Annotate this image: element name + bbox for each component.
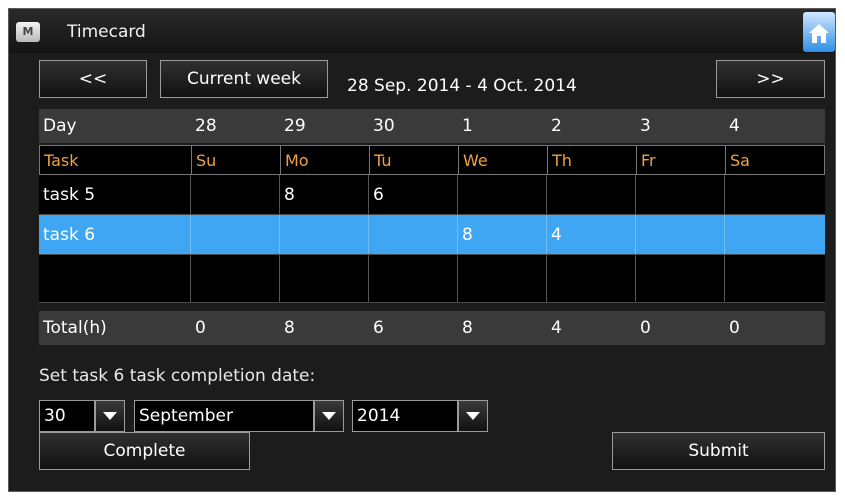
total-cell: 4 — [551, 318, 562, 338]
date-cell: 28 — [195, 116, 217, 136]
task-name-cell[interactable] — [39, 255, 191, 302]
app-menu-icon[interactable]: M — [16, 22, 40, 42]
hours-cell[interactable] — [725, 175, 825, 214]
total-label: Total(h) — [43, 318, 107, 338]
day-select[interactable]: 30 — [39, 400, 95, 432]
timecard-window: M Timecard << Current week 28 Sep. 2014 … — [8, 8, 836, 492]
weekday-header[interactable]: Fr — [637, 146, 726, 174]
table-row[interactable] — [39, 255, 825, 303]
previous-week-button[interactable]: << — [39, 60, 147, 98]
table-row[interactable]: task 5 8 6 — [39, 175, 825, 215]
weekday-header[interactable]: Sa — [726, 146, 826, 174]
title-bar: M Timecard — [9, 9, 835, 53]
submit-button[interactable]: Submit — [612, 432, 825, 470]
home-button[interactable] — [803, 12, 835, 52]
column-header-row: Task Su Mo Tu We Th Fr Sa — [39, 145, 825, 175]
date-cell: 1 — [462, 116, 473, 136]
hours-cell[interactable] — [369, 255, 458, 302]
hours-cell[interactable] — [369, 215, 458, 254]
total-cell: 6 — [373, 318, 384, 338]
home-icon — [809, 24, 829, 43]
next-week-button[interactable]: >> — [716, 60, 825, 98]
date-cell: 29 — [284, 116, 306, 136]
timecard-grid: Day 28 29 30 1 2 3 4 Task Su Mo Tu We Th… — [39, 109, 825, 345]
hours-cell[interactable]: 8 — [458, 215, 547, 254]
total-cell: 0 — [195, 318, 206, 338]
hours-cell[interactable] — [191, 255, 280, 302]
weekday-header[interactable]: Th — [548, 146, 637, 174]
year-select[interactable]: 2014 — [352, 400, 458, 432]
date-cell: 2 — [551, 116, 562, 136]
day-row: Day 28 29 30 1 2 3 4 — [39, 109, 825, 143]
day-dropdown-button[interactable] — [95, 400, 125, 432]
hours-cell[interactable] — [725, 255, 825, 302]
hours-cell[interactable] — [191, 215, 280, 254]
task-name-cell[interactable]: task 6 — [39, 215, 191, 254]
weekday-header[interactable]: Su — [192, 146, 281, 174]
hours-cell[interactable] — [547, 255, 636, 302]
hours-cell[interactable]: 6 — [369, 175, 458, 214]
totals-row: Total(h) 0 8 6 8 4 0 0 — [39, 311, 825, 345]
hours-cell[interactable] — [280, 255, 369, 302]
date-range-label: 28 Sep. 2014 - 4 Oct. 2014 — [347, 76, 577, 96]
year-dropdown-button[interactable] — [458, 400, 488, 432]
total-cell: 0 — [640, 318, 651, 338]
hours-cell[interactable] — [458, 175, 547, 214]
month-dropdown-button[interactable] — [314, 400, 344, 432]
weekday-header[interactable]: We — [459, 146, 548, 174]
hours-cell[interactable] — [547, 175, 636, 214]
hours-cell[interactable] — [191, 175, 280, 214]
date-cell: 4 — [729, 116, 740, 136]
table-row-selected[interactable]: task 6 8 4 — [39, 215, 825, 255]
hours-cell[interactable] — [280, 215, 369, 254]
hours-cell[interactable]: 4 — [547, 215, 636, 254]
task-column-header[interactable]: Task — [40, 146, 192, 174]
window-title: Timecard — [67, 22, 146, 42]
total-cell: 8 — [462, 318, 473, 338]
task-name-cell[interactable]: task 5 — [39, 175, 191, 214]
day-label: Day — [43, 116, 77, 136]
hours-cell[interactable] — [636, 215, 725, 254]
hours-cell[interactable] — [636, 175, 725, 214]
total-cell: 0 — [729, 318, 740, 338]
hours-cell[interactable] — [725, 215, 825, 254]
weekday-header[interactable]: Tu — [370, 146, 459, 174]
hours-cell[interactable]: 8 — [280, 175, 369, 214]
weekday-header[interactable]: Mo — [281, 146, 370, 174]
hours-cell[interactable] — [458, 255, 547, 302]
date-cell: 30 — [373, 116, 395, 136]
hours-cell[interactable] — [636, 255, 725, 302]
completion-date-prompt: Set task 6 task completion date: — [39, 366, 316, 386]
total-cell: 8 — [284, 318, 295, 338]
month-select[interactable]: September — [134, 400, 314, 432]
complete-button[interactable]: Complete — [39, 432, 250, 470]
current-week-button[interactable]: Current week — [160, 60, 328, 98]
date-cell: 3 — [640, 116, 651, 136]
